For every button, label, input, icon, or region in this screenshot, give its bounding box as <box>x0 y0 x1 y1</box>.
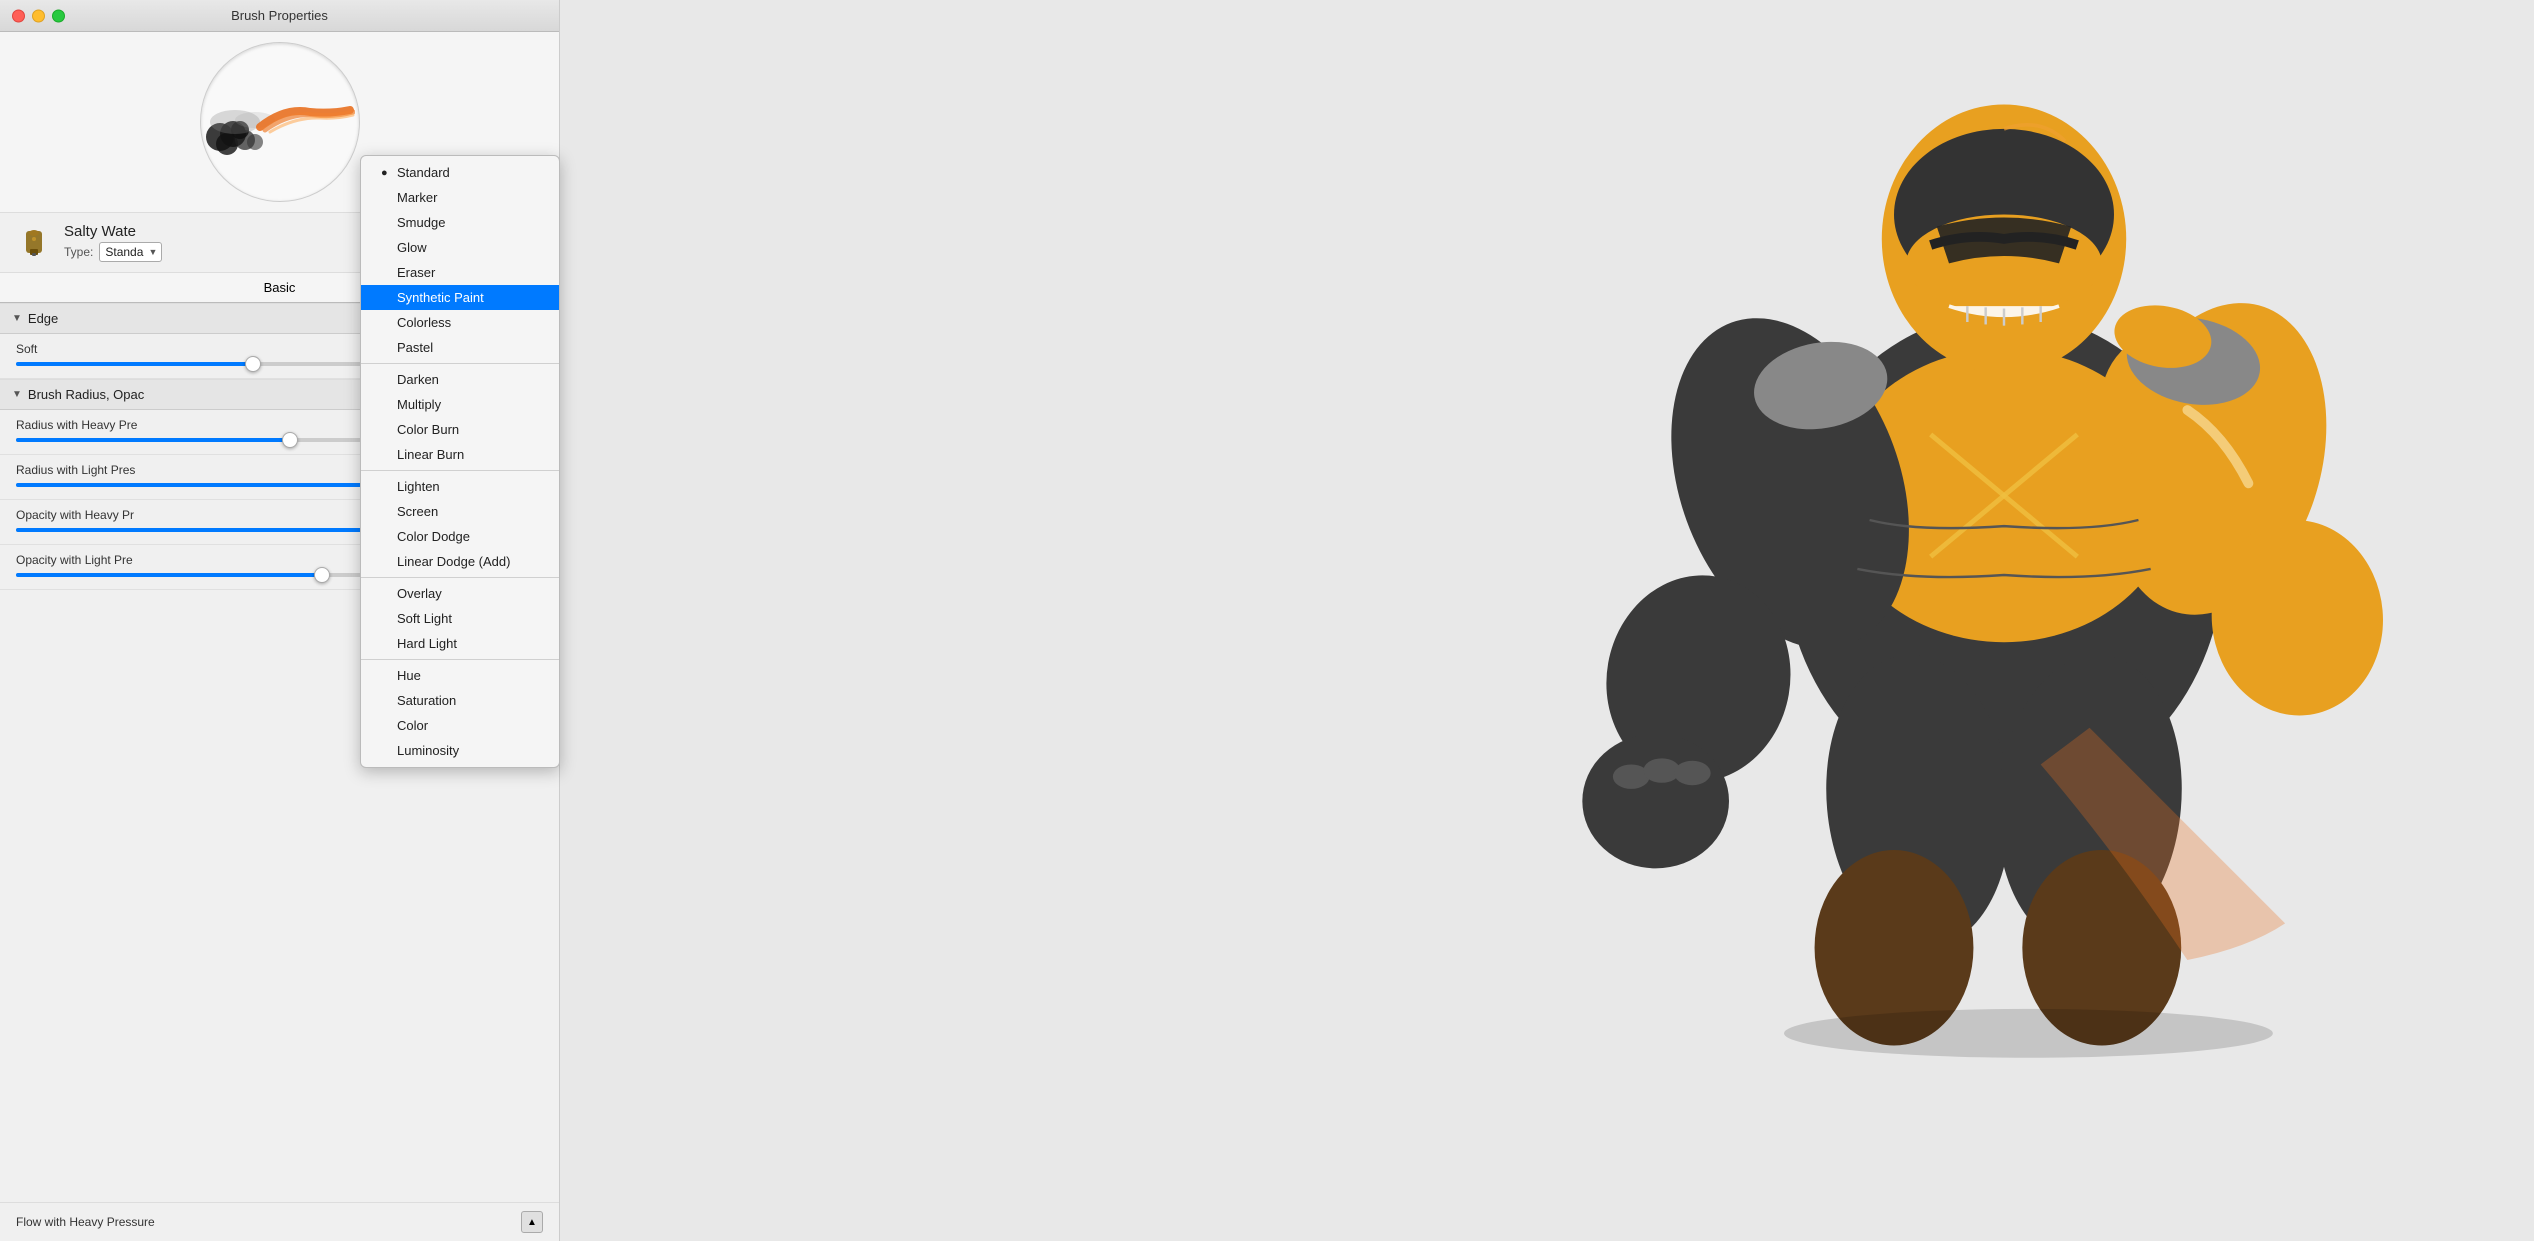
brush-preview-circle <box>200 42 360 202</box>
menu-item-soft_light[interactable]: Soft Light <box>361 606 559 631</box>
flow-up-button[interactable]: ▲ <box>521 1211 543 1233</box>
panel-title: Brush Properties <box>231 8 328 23</box>
menu-bullet-standard: ● <box>381 167 389 179</box>
slider-radius-heavy-thumb[interactable] <box>282 432 298 448</box>
menu-item-label-linear_burn: Linear Burn <box>397 447 464 462</box>
slider-soft-fill <box>16 362 253 366</box>
menu-item-label-pastel: Pastel <box>397 340 433 355</box>
menu-item-label-colorless: Colorless <box>397 315 451 330</box>
minimize-button[interactable] <box>32 9 45 22</box>
menu-item-label-lighten: Lighten <box>397 479 440 494</box>
section-edge-triangle-icon: ▼ <box>12 313 22 324</box>
menu-item-pastel[interactable]: Pastel <box>361 335 559 360</box>
menu-separator-11 <box>361 470 559 471</box>
menu-item-standard[interactable]: ● Standard <box>361 160 559 185</box>
maximize-button[interactable] <box>52 9 65 22</box>
menu-separator-18 <box>361 659 559 660</box>
slider-opacity-light-thumb[interactable] <box>314 567 330 583</box>
menu-item-label-darken: Darken <box>397 372 439 387</box>
close-button[interactable] <box>12 9 25 22</box>
menu-item-linear_burn[interactable]: Linear Burn <box>361 442 559 467</box>
slider-soft-thumb[interactable] <box>245 356 261 372</box>
bottom-flow-label: Flow with Heavy Pressure <box>16 1215 513 1229</box>
menu-item-label-eraser: Eraser <box>397 265 435 280</box>
menu-item-label-hard_light: Hard Light <box>397 636 457 651</box>
menu-item-color_burn[interactable]: Color Burn <box>361 417 559 442</box>
menu-item-label-marker: Marker <box>397 190 437 205</box>
brush-type-dropdown-menu: ● Standard Marker Smudge Glow Eraser Synthetic… <box>360 155 560 768</box>
menu-item-glow[interactable]: Glow <box>361 235 559 260</box>
menu-item-saturation[interactable]: Saturation <box>361 688 559 713</box>
menu-item-color[interactable]: Color <box>361 713 559 738</box>
menu-item-hard_light[interactable]: Hard Light <box>361 631 559 656</box>
menu-item-label-synthetic_paint: Synthetic Paint <box>397 290 484 305</box>
brush-stroke-svg <box>205 82 355 162</box>
menu-item-label-saturation: Saturation <box>397 693 456 708</box>
menu-item-screen[interactable]: Screen <box>361 499 559 524</box>
menu-item-label-luminosity: Luminosity <box>397 743 459 758</box>
menu-item-eraser[interactable]: Eraser <box>361 260 559 285</box>
menu-item-color_dodge[interactable]: Color Dodge <box>361 524 559 549</box>
menu-item-label-color: Color <box>397 718 428 733</box>
slider-opacity-light-fill <box>16 573 322 577</box>
menu-item-label-multiply: Multiply <box>397 397 441 412</box>
menu-item-linear_dodge[interactable]: Linear Dodge (Add) <box>361 549 559 574</box>
menu-item-synthetic_paint[interactable]: Synthetic Paint <box>361 285 559 310</box>
menu-separator-15 <box>361 577 559 578</box>
menu-item-smudge[interactable]: Smudge <box>361 210 559 235</box>
brush-type-dropdown-wrapper[interactable]: Standa ▼ <box>99 242 162 262</box>
menu-item-label-color_dodge: Color Dodge <box>397 529 470 544</box>
menu-item-luminosity[interactable]: Luminosity <box>361 738 559 763</box>
menu-item-label-hue: Hue <box>397 668 421 683</box>
slider-radius-light-fill <box>16 483 374 487</box>
menu-separator-7 <box>361 363 559 364</box>
menu-item-multiply[interactable]: Multiply <box>361 392 559 417</box>
menu-item-label-linear_dodge: Linear Dodge (Add) <box>397 554 510 569</box>
slider-radius-heavy-fill <box>16 438 290 442</box>
panel-titlebar: Brush Properties <box>0 0 559 32</box>
menu-item-label-smudge: Smudge <box>397 215 445 230</box>
canvas-area[interactable] <box>560 0 2534 1241</box>
menu-item-darken[interactable]: Darken <box>361 367 559 392</box>
menu-item-overlay[interactable]: Overlay <box>361 581 559 606</box>
menu-item-label-standard: Standard <box>397 165 450 180</box>
menu-item-label-soft_light: Soft Light <box>397 611 452 626</box>
menu-item-lighten[interactable]: Lighten <box>361 474 559 499</box>
menu-item-label-glow: Glow <box>397 240 427 255</box>
menu-item-label-screen: Screen <box>397 504 438 519</box>
character-illustration <box>1554 0 2454 1070</box>
airbrush-icon <box>16 225 52 261</box>
menu-item-colorless[interactable]: Colorless <box>361 310 559 335</box>
menu-item-marker[interactable]: Marker <box>361 185 559 210</box>
brush-type-label: Type: <box>64 245 93 259</box>
bottom-flow-row: Flow with Heavy Pressure ▲ <box>0 1202 559 1241</box>
section-edge-label: Edge <box>28 311 58 326</box>
brush-icon <box>16 225 52 261</box>
brush-type-value: Standa <box>99 242 162 262</box>
menu-item-hue[interactable]: Hue <box>361 663 559 688</box>
menu-item-label-overlay: Overlay <box>397 586 442 601</box>
section-radius-triangle-icon: ▼ <box>12 389 22 400</box>
window-controls <box>12 9 65 22</box>
section-radius-label: Brush Radius, Opac <box>28 387 144 402</box>
menu-item-label-color_burn: Color Burn <box>397 422 459 437</box>
